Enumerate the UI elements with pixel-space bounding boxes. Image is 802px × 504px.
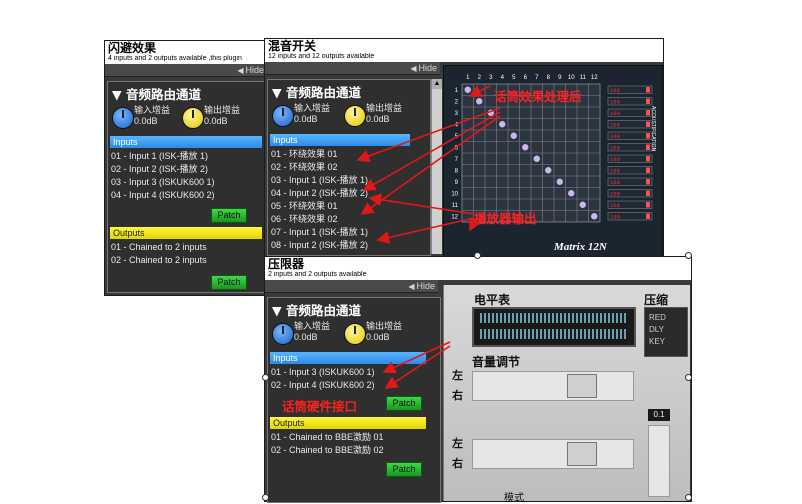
- resize-handle[interactable]: [474, 252, 481, 259]
- resize-handle[interactable]: [685, 252, 692, 259]
- annotation-arrows: [356, 85, 501, 389]
- resize-handle[interactable]: [685, 374, 692, 381]
- resize-handle[interactable]: [262, 374, 269, 381]
